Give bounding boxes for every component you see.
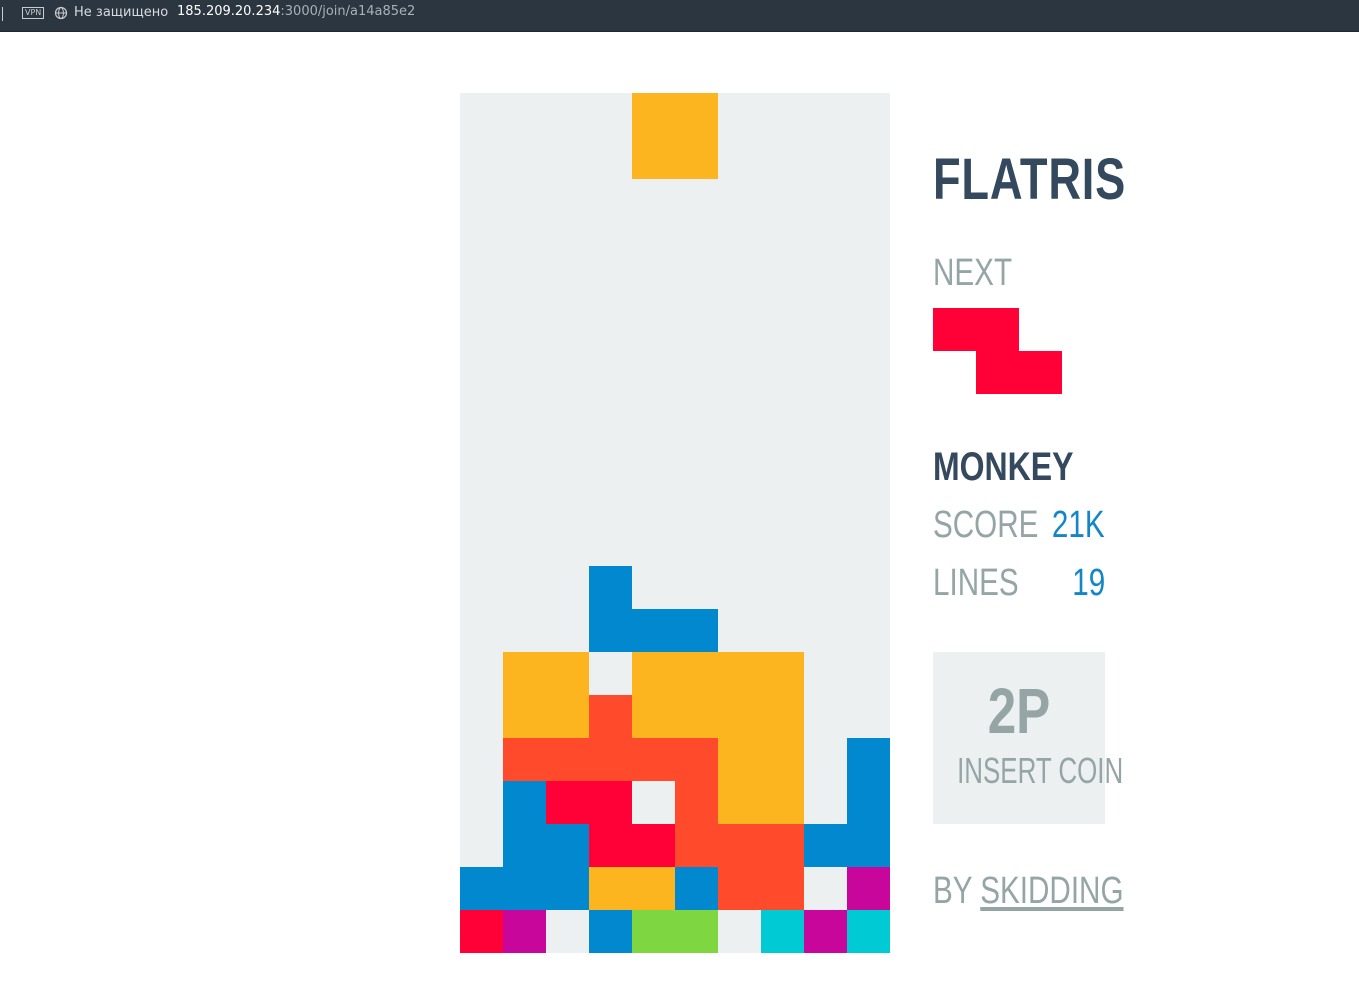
- board-cell-O: [675, 695, 718, 738]
- board-cell-J: [503, 867, 546, 910]
- board-cell-J: [675, 867, 718, 910]
- board-cell-T: [589, 695, 632, 738]
- insert-coin-player-count: 2P: [987, 675, 1051, 747]
- board-cell-O: [675, 93, 718, 136]
- board-cell-Z: [632, 824, 675, 867]
- board-cell-T: [718, 824, 761, 867]
- player-name: MONKEY: [933, 445, 1074, 489]
- board-cell-O: [503, 695, 546, 738]
- url-host: 185.209.20.234: [177, 4, 281, 19]
- board-cell-Z: [589, 824, 632, 867]
- board-cell-L: [847, 867, 890, 910]
- board-cell-J: [589, 609, 632, 652]
- board-cell-J: [589, 910, 632, 953]
- board-cell-S: [675, 910, 718, 953]
- url-field[interactable]: 185.209.20.234:3000/join/a14a85e2: [177, 4, 415, 19]
- board-cell-O: [718, 695, 761, 738]
- board-cell-J: [460, 867, 503, 910]
- board-cell-S: [632, 910, 675, 953]
- lines-label: LINES: [933, 562, 1019, 604]
- board-cell-T: [675, 824, 718, 867]
- board-cell-J: [675, 609, 718, 652]
- board-cell-O: [589, 867, 632, 910]
- globe-icon[interactable]: [54, 6, 68, 20]
- board-cell-T: [718, 867, 761, 910]
- board-cell-O: [761, 695, 804, 738]
- board-cell-O: [761, 652, 804, 695]
- board-cell-J: [847, 781, 890, 824]
- board-cell-O: [675, 652, 718, 695]
- board-cell-O: [632, 136, 675, 179]
- board-cell-T: [675, 738, 718, 781]
- score-value: 21K: [1052, 504, 1105, 546]
- board-cell-J: [503, 781, 546, 824]
- score-label: SCORE: [933, 504, 1039, 546]
- board-cell-O: [718, 738, 761, 781]
- board-cell-J: [847, 824, 890, 867]
- next-piece-cell: [1019, 351, 1062, 394]
- board-cell-O: [632, 93, 675, 136]
- next-piece-cell: [976, 351, 1019, 394]
- insert-coin-button[interactable]: 2P INSERT COIN: [933, 652, 1124, 824]
- next-piece-cell: [933, 308, 976, 351]
- board-cell-I: [761, 910, 804, 953]
- next-label: NEXT: [933, 252, 1013, 294]
- board-cell-Z: [460, 910, 503, 953]
- board-cell-T: [761, 824, 804, 867]
- board-cell-I: [847, 910, 890, 953]
- board-cell-O: [675, 136, 718, 179]
- board-cell-O: [761, 781, 804, 824]
- board-cell-O: [503, 652, 546, 695]
- credit-link[interactable]: SKIDDING: [980, 870, 1123, 912]
- board-cell-O: [718, 652, 761, 695]
- next-piece-cell: [976, 308, 1019, 351]
- board-cell-T: [589, 738, 632, 781]
- credit-line: BY SKIDDING: [933, 870, 1124, 913]
- board-cell-J: [503, 824, 546, 867]
- url-path: :3000/join/a14a85e2: [280, 4, 416, 19]
- insert-coin-label: INSERT COIN: [957, 750, 1124, 791]
- board-cell-J: [632, 609, 675, 652]
- board-cell-J: [589, 566, 632, 609]
- credit-prefix: BY: [933, 870, 981, 912]
- board-cell-T: [675, 781, 718, 824]
- board-cell-O: [632, 695, 675, 738]
- board-cell-L: [503, 910, 546, 953]
- lines-value: 19: [1072, 562, 1105, 604]
- board-cell-Z: [589, 781, 632, 824]
- browser-address-bar: VPN Не защищено 185.209.20.234:3000/join…: [0, 0, 1359, 32]
- game-title: FLATRIS: [933, 147, 1127, 212]
- board-cell-O: [718, 781, 761, 824]
- vpn-badge[interactable]: VPN: [22, 7, 45, 19]
- board-cell-J: [546, 824, 589, 867]
- board-cell-J: [804, 824, 847, 867]
- board-cell-Z: [546, 781, 589, 824]
- security-status[interactable]: Не защищено: [74, 5, 168, 20]
- board-cell-O: [546, 652, 589, 695]
- board-cell-T: [546, 738, 589, 781]
- game-board[interactable]: [460, 93, 890, 953]
- board-cell-T: [761, 867, 804, 910]
- board-cell-J: [546, 867, 589, 910]
- board-cell-J: [847, 738, 890, 781]
- board-cell-O: [632, 652, 675, 695]
- next-piece-preview: [933, 308, 1062, 394]
- board-cell-O: [632, 867, 675, 910]
- board-cell-O: [546, 695, 589, 738]
- board-cell-L: [804, 910, 847, 953]
- board-cell-T: [632, 738, 675, 781]
- board-cell-T: [503, 738, 546, 781]
- board-cell-O: [761, 738, 804, 781]
- text-cursor-mark: [2, 7, 3, 21]
